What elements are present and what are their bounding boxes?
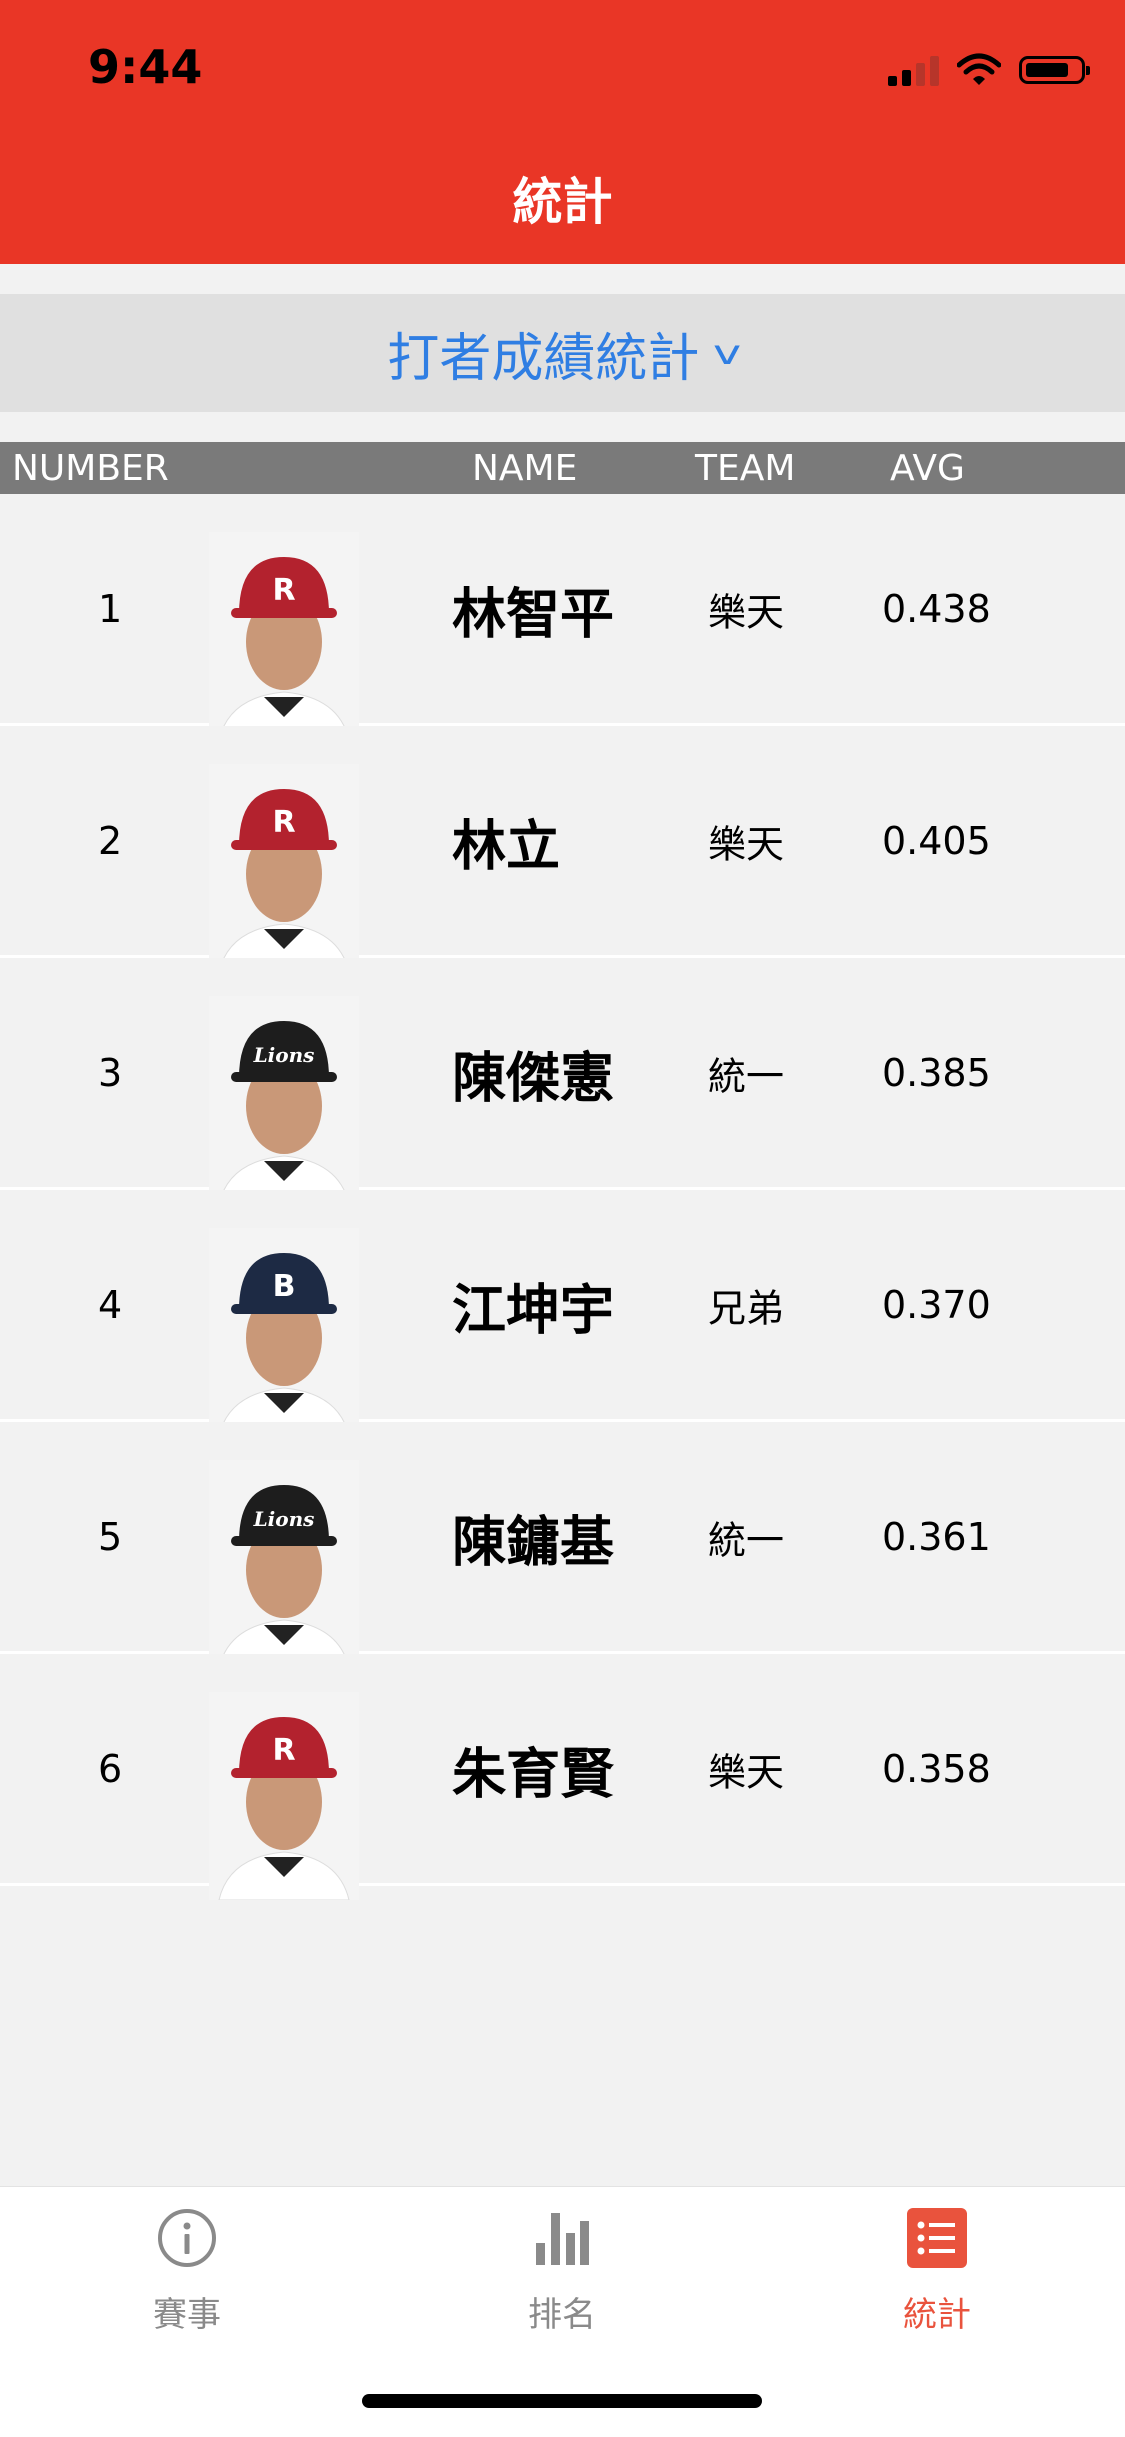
stats-type-label: 打者成績統計 (387, 328, 700, 389)
player-rank: 6 (98, 1746, 123, 1791)
player-name: 林智平 (452, 582, 614, 645)
player-team: 樂天 (708, 590, 785, 634)
wifi-icon (957, 53, 1001, 85)
svg-text:Lions: Lions (253, 1043, 315, 1067)
tab-games-label: 賽事 (153, 2295, 221, 2335)
player-rank: 4 (98, 1282, 123, 1327)
player-team: 兄弟 (708, 1286, 785, 1330)
table-row[interactable]: 5 Lions 陳鏞基 統一 0.361 (0, 1422, 1125, 1668)
table-row[interactable]: 3 Lions 陳傑憲 統一 0.385 (0, 958, 1125, 1204)
player-rank: 2 (98, 818, 123, 863)
table-row[interactable]: 2 R 林立 樂天 0.405 (0, 726, 1125, 972)
header-team: TEAM (695, 448, 796, 489)
tab-stats-label: 統計 (903, 2295, 971, 2335)
player-rank: 5 (98, 1514, 123, 1559)
table-header: NUMBER NAME TEAM AVG (0, 442, 1125, 494)
battery-icon (1019, 56, 1090, 84)
tab-ranking[interactable]: 排名 (462, 2205, 662, 2336)
player-avg: 0.358 (882, 1746, 991, 1791)
tab-ranking-label: 排名 (528, 2295, 596, 2335)
player-photo: B (209, 1228, 359, 1436)
player-photo: Lions (209, 996, 359, 1204)
player-team: 樂天 (708, 822, 785, 866)
bar-chart-icon (536, 2213, 589, 2265)
player-photo: R (209, 532, 359, 740)
stats-type-dropdown[interactable]: 打者成績統計 v (0, 294, 1125, 412)
table-row[interactable]: 6 R 朱育賢 樂天 0.358 (0, 1654, 1125, 1900)
header-name: NAME (472, 448, 578, 489)
svg-text:B: B (273, 1269, 296, 1304)
header-number: NUMBER (12, 448, 169, 489)
player-rank: 1 (98, 586, 123, 631)
list-icon (907, 2208, 967, 2268)
table-row[interactable]: 1 R 林智平 樂天 0.438 (0, 494, 1125, 740)
player-avg: 0.361 (882, 1514, 991, 1559)
player-team: 統一 (708, 1518, 785, 1562)
page-title: 統計 (512, 173, 613, 231)
header-avg: AVG (890, 448, 965, 489)
status-icons (888, 50, 1090, 90)
app-header: 9:44 統計 (0, 0, 1125, 264)
player-photo: R (209, 1692, 359, 1900)
player-photo: R (209, 764, 359, 972)
player-name: 陳鏞基 (452, 1510, 614, 1573)
table-row[interactable]: 4 B 江坤宇 兄弟 0.370 (0, 1190, 1125, 1436)
info-icon (158, 2209, 216, 2267)
cellular-signal-icon (888, 54, 939, 86)
player-name: 林立 (452, 814, 560, 877)
player-team: 統一 (708, 1054, 785, 1098)
player-list: 1 R 林智平 樂天 0.438 2 R 林立 樂天 0.405 3 Lions… (0, 494, 1125, 1900)
svg-text:R: R (272, 805, 295, 840)
player-name: 江坤宇 (452, 1278, 614, 1341)
svg-text:R: R (272, 1733, 295, 1768)
player-team: 樂天 (708, 1750, 785, 1794)
svg-text:Lions: Lions (253, 1507, 315, 1531)
svg-text:R: R (272, 573, 295, 608)
tab-stats[interactable]: 統計 (837, 2205, 1037, 2336)
chevron-down-icon: v (713, 333, 742, 373)
player-name: 朱育賢 (452, 1742, 614, 1805)
home-indicator[interactable] (362, 2394, 762, 2408)
player-name: 陳傑憲 (452, 1046, 614, 1109)
player-avg: 0.370 (882, 1282, 991, 1327)
tab-games[interactable]: 賽事 (87, 2205, 287, 2336)
player-photo: Lions (209, 1460, 359, 1668)
status-time: 9:44 (88, 40, 203, 94)
player-avg: 0.385 (882, 1050, 991, 1095)
player-rank: 3 (98, 1050, 123, 1095)
player-avg: 0.405 (882, 818, 991, 863)
player-avg: 0.438 (882, 586, 991, 631)
